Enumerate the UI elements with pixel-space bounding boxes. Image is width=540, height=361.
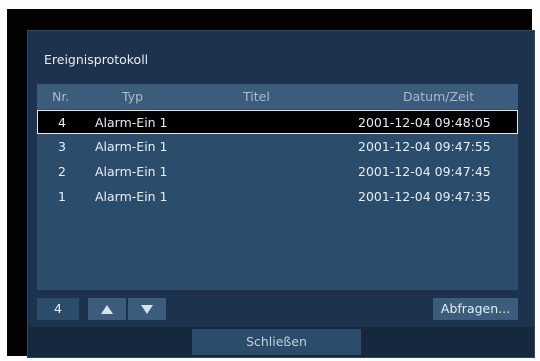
row-datum-zeit: 2001-12-04 09:47:35 [358, 189, 491, 204]
row-typ: Alarm-Ein 1 [95, 189, 168, 204]
query-button[interactable]: Abfragen... [433, 298, 518, 320]
scroll-up-button[interactable] [88, 298, 126, 320]
row-datum-zeit: 2001-12-04 09:48:05 [358, 115, 491, 130]
triangle-down-icon [141, 304, 153, 314]
dialog-footer: Schließen [28, 327, 534, 357]
row-nr: 3 [58, 139, 66, 154]
column-header-titel: Titel [243, 89, 270, 104]
row-typ: Alarm-Ein 1 [95, 115, 168, 130]
column-header-typ: Typ [122, 89, 144, 104]
dialog-title: Ereignisprotokoll [44, 52, 149, 67]
row-typ: Alarm-Ein 1 [95, 164, 168, 179]
column-header-nr: Nr. [52, 89, 70, 104]
triangle-up-icon [101, 304, 113, 314]
event-log-dialog: Ereignisprotokoll Nr. Typ Titel Datum/Ze… [27, 30, 535, 358]
column-header-datum-zeit: Datum/Zeit [403, 89, 475, 104]
scroll-down-button[interactable] [128, 298, 166, 320]
table-row[interactable]: 4 Alarm-Ein 1 2001-12-04 09:48:05 [37, 110, 518, 134]
row-nr: 4 [58, 115, 66, 130]
close-button[interactable]: Schließen [192, 329, 361, 355]
row-datum-zeit: 2001-12-04 09:47:55 [358, 139, 491, 154]
row-nr: 2 [58, 164, 66, 179]
table-row[interactable]: 3 Alarm-Ein 1 2001-12-04 09:47:55 [37, 135, 518, 159]
event-list[interactable]: Nr. Typ Titel Datum/Zeit 4 Alarm-Ein 1 2… [37, 84, 518, 290]
event-count-field[interactable]: 4 [37, 298, 79, 320]
row-nr: 1 [58, 189, 66, 204]
list-header: Nr. Typ Titel Datum/Zeit [37, 84, 518, 109]
monitor-screen: Ereignisprotokoll Nr. Typ Titel Datum/Ze… [7, 9, 535, 358]
table-row[interactable]: 1 Alarm-Ein 1 2001-12-04 09:47:35 [37, 185, 518, 209]
table-row[interactable]: 2 Alarm-Ein 1 2001-12-04 09:47:45 [37, 160, 518, 184]
row-datum-zeit: 2001-12-04 09:47:45 [358, 164, 491, 179]
row-typ: Alarm-Ein 1 [95, 139, 168, 154]
